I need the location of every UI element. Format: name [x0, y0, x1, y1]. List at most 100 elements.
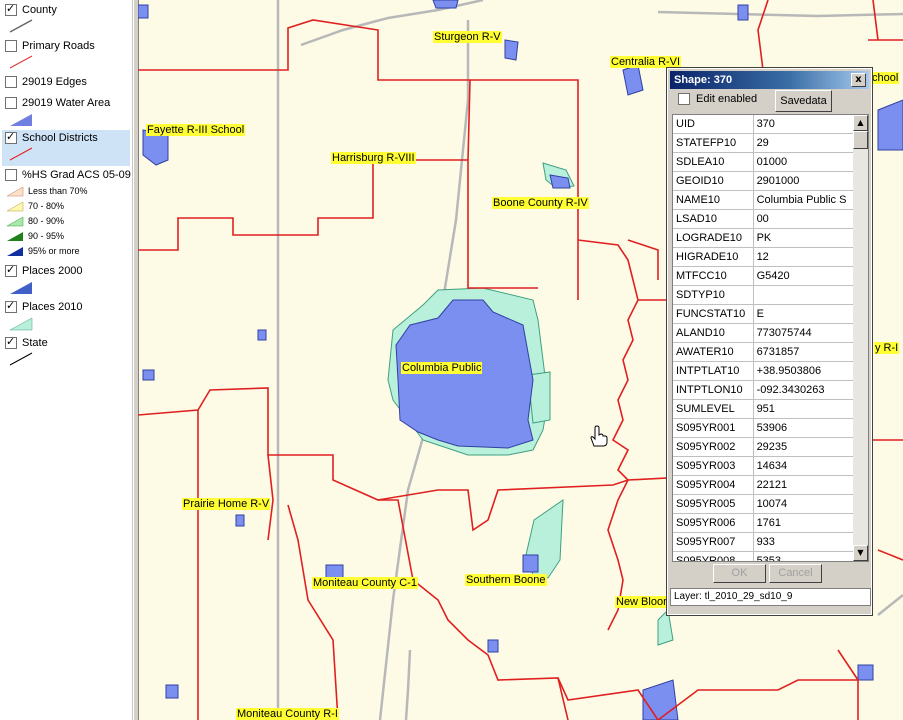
table-row[interactable]: FUNCSTAT10 E [673, 305, 854, 324]
layer-checkbox[interactable] [5, 335, 17, 349]
attribute-value[interactable]: 14634 [754, 457, 854, 475]
edit-enabled-toggle[interactable]: Edit enabled [678, 93, 757, 105]
attribute-value[interactable]: 00 [754, 210, 854, 228]
table-row[interactable]: SDLEA10 01000 [673, 153, 854, 172]
layer-checkbox[interactable] [5, 2, 17, 16]
table-row[interactable]: MTFCC10 G5420 [673, 267, 854, 286]
attribute-value[interactable]: 01000 [754, 153, 854, 171]
attribute-name: S095YR001 [673, 419, 754, 437]
table-row[interactable]: HIGRADE10 12 [673, 248, 854, 267]
attribute-value[interactable]: E [754, 305, 854, 323]
table-row[interactable]: NAME10 Columbia Public S [673, 191, 854, 210]
attribute-value[interactable]: 53906 [754, 419, 854, 437]
attribute-value[interactable]: 12 [754, 248, 854, 266]
layer-primary-roads[interactable]: Primary Roads [2, 38, 130, 74]
map-label: Sturgeon R-V [433, 31, 502, 43]
layer-places-2000[interactable]: Places 2000 [2, 263, 130, 299]
table-row[interactable]: INTPTLAT10 +38.9503806 [673, 362, 854, 381]
attribute-grid[interactable]: UID 370 STATEFP10 29 SDLEA10 01000 GEOID10 2901… [672, 114, 855, 562]
attribute-name: INTPTLON10 [673, 381, 754, 399]
edit-enabled-checkbox[interactable] [678, 93, 690, 105]
attribute-value[interactable]: 933 [754, 533, 854, 551]
water-area-symbol [10, 114, 32, 126]
attribute-value[interactable] [754, 286, 854, 304]
layer-hs-grad[interactable]: %HS Grad ACS 05-09 Less than 70% 70 - 80… [2, 167, 131, 263]
scroll-up-icon[interactable]: ▲ [853, 115, 868, 131]
attribute-value[interactable]: 6731857 [754, 343, 854, 361]
attribute-value[interactable]: 29 [754, 134, 854, 152]
attribute-value[interactable]: -092.3430263 [754, 381, 854, 399]
layer-places-2010[interactable]: Places 2010 [2, 299, 130, 335]
table-row[interactable]: INTPTLON10 -092.3430263 [673, 381, 854, 400]
grid-scrollbar[interactable]: ▲ ▼ [853, 114, 869, 562]
attribute-name: S095YR003 [673, 457, 754, 475]
layer-checkbox[interactable] [5, 169, 17, 181]
attribute-value[interactable]: 29235 [754, 438, 854, 456]
table-row[interactable]: S095YR006 1761 [673, 514, 854, 533]
table-row[interactable]: S095YR007 933 [673, 533, 854, 552]
map-label: Columbia Public [401, 362, 483, 374]
table-row[interactable]: AWATER10 6731857 [673, 343, 854, 362]
table-row[interactable]: SUMLEVEL 951 [673, 400, 854, 419]
county-line-symbol [9, 19, 33, 33]
map-label: Moniteau County C-1 [312, 577, 418, 589]
attribute-name: S095YR002 [673, 438, 754, 456]
table-row[interactable]: S095YR002 29235 [673, 438, 854, 457]
class-item: Less than 70% [2, 183, 130, 198]
attribute-name: MTFCC10 [673, 267, 754, 285]
table-row[interactable]: UID 370 [673, 115, 854, 134]
attribute-value[interactable]: 951 [754, 400, 854, 418]
table-row[interactable]: S095YR005 10074 [673, 495, 854, 514]
attribute-name: ALAND10 [673, 324, 754, 342]
layer-checkbox[interactable] [5, 76, 17, 88]
layer-water-area[interactable]: 29019 Water Area [2, 95, 130, 129]
layer-name: Primary Roads [22, 40, 95, 52]
table-row[interactable]: STATEFP10 29 [673, 134, 854, 153]
layer-county[interactable]: County [2, 2, 130, 38]
table-row[interactable]: ALAND10 773075744 [673, 324, 854, 343]
attribute-value[interactable]: 1761 [754, 514, 854, 532]
places-2000-symbol [10, 282, 32, 294]
attribute-name: LOGRADE10 [673, 229, 754, 247]
attribute-value[interactable]: 773075744 [754, 324, 854, 342]
table-row[interactable]: S095YR001 53906 [673, 419, 854, 438]
attribute-value[interactable]: 370 [754, 115, 854, 133]
layer-state[interactable]: State [2, 335, 130, 371]
attribute-value[interactable]: PK [754, 229, 854, 247]
layer-checkbox[interactable] [5, 130, 17, 144]
attribute-value[interactable]: 22121 [754, 476, 854, 494]
table-row[interactable]: LSAD10 00 [673, 210, 854, 229]
layer-checkbox[interactable] [5, 263, 17, 277]
ok-button[interactable]: OK [713, 564, 766, 583]
layer-name: 29019 Water Area [22, 97, 111, 109]
window-titlebar[interactable]: Shape: 370 x [670, 71, 869, 89]
layer-name: School Districts [22, 132, 98, 144]
cancel-button[interactable]: Cancel [769, 564, 822, 583]
table-row[interactable]: S095YR004 22121 [673, 476, 854, 495]
attribute-value[interactable]: +38.9503806 [754, 362, 854, 380]
layer-checkbox[interactable] [5, 97, 17, 109]
attribute-name: S095YR004 [673, 476, 754, 494]
scroll-down-icon[interactable]: ▼ [853, 545, 868, 561]
attribute-value[interactable]: 10074 [754, 495, 854, 513]
table-row[interactable]: S095YR003 14634 [673, 457, 854, 476]
table-row[interactable]: LOGRADE10 PK [673, 229, 854, 248]
table-row[interactable]: SDTYP10 [673, 286, 854, 305]
attribute-value[interactable]: Columbia Public S [754, 191, 854, 209]
layer-school-districts[interactable]: School Districts [2, 130, 130, 166]
close-button[interactable]: x [851, 73, 866, 87]
attribute-value[interactable]: G5420 [754, 267, 854, 285]
scroll-thumb[interactable] [853, 131, 868, 149]
attribute-value[interactable]: 5353 [754, 552, 854, 561]
table-row[interactable]: GEOID10 2901000 [673, 172, 854, 191]
attribute-name: SDTYP10 [673, 286, 754, 304]
layer-edges[interactable]: 29019 Edges [2, 74, 130, 94]
attribute-name: SUMLEVEL [673, 400, 754, 418]
layer-checkbox[interactable] [5, 299, 17, 313]
map-label: Boone County R-IV [492, 197, 589, 209]
attribute-name: S095YR005 [673, 495, 754, 513]
layer-checkbox[interactable] [5, 40, 17, 52]
savedata-button[interactable]: Savedata [775, 90, 832, 112]
attribute-value[interactable]: 2901000 [754, 172, 854, 190]
table-row[interactable]: S095YR008 5353 [673, 552, 854, 561]
